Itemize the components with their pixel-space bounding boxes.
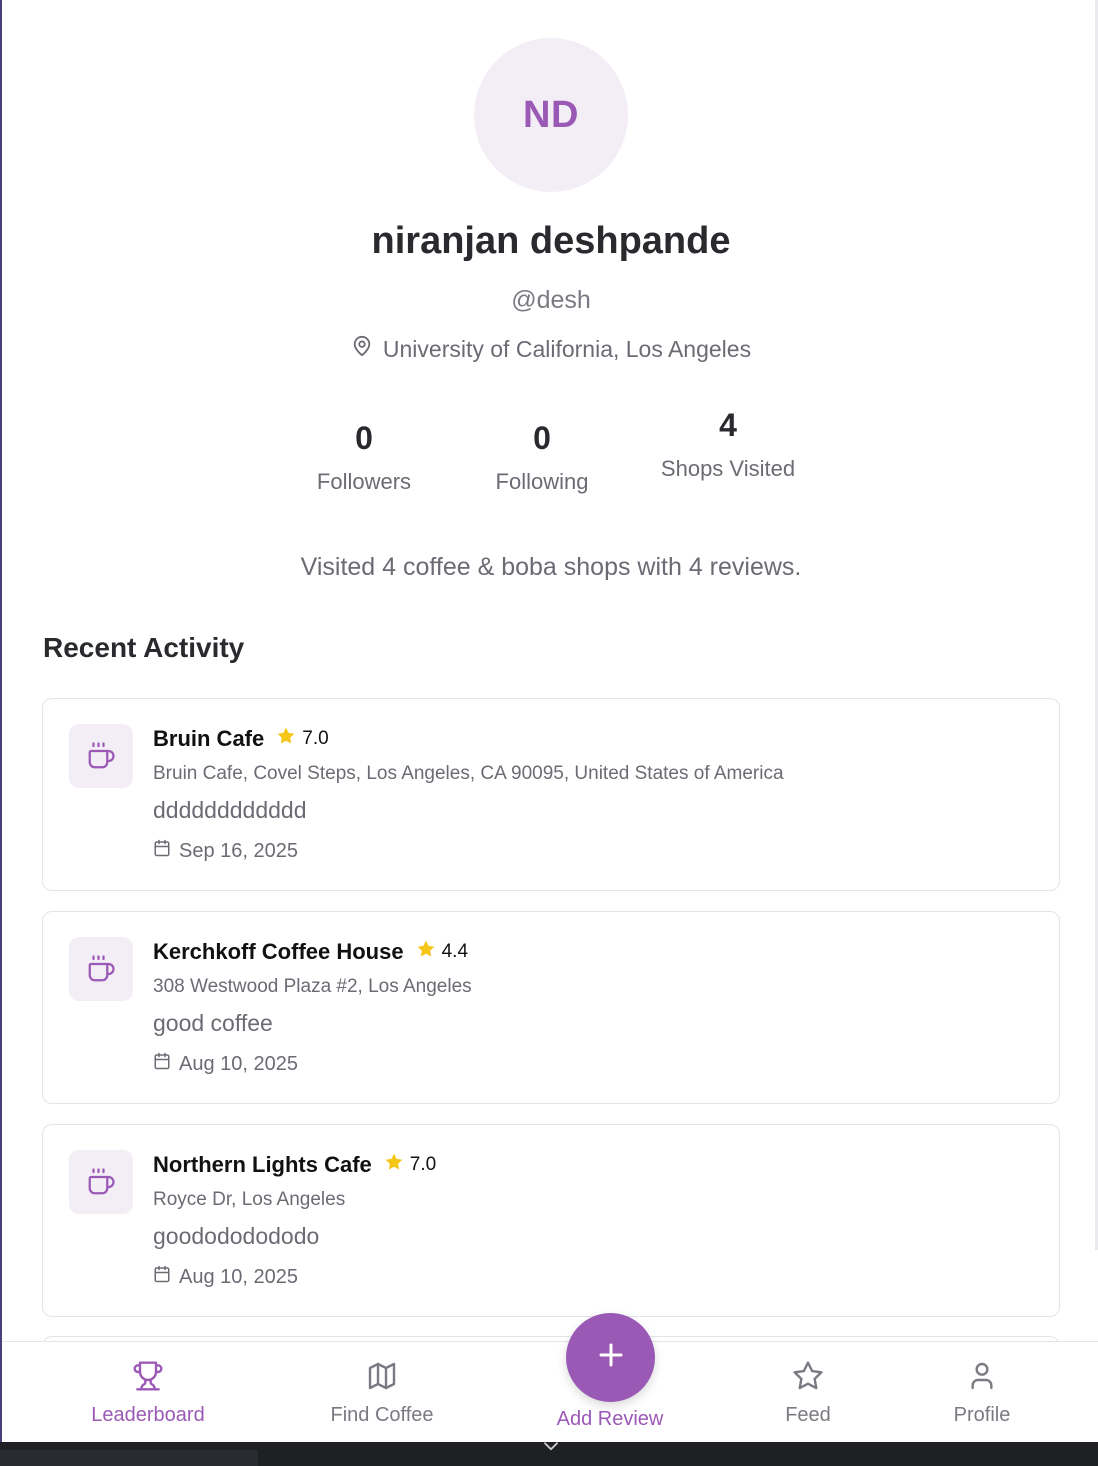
rating-value: 7.0	[409, 1154, 437, 1175]
coffee-cup-icon	[69, 1150, 133, 1214]
shop-address: Royce Dr, Los Angeles	[153, 1189, 346, 1210]
star-icon	[276, 726, 296, 752]
calendar-icon	[153, 1265, 171, 1289]
calendar-icon	[153, 1052, 171, 1076]
review-text: good coffee	[153, 1010, 273, 1036]
add-review-label[interactable]: Add Review	[510, 1408, 710, 1431]
avatar-initials: ND	[523, 93, 579, 136]
star-icon	[416, 939, 436, 965]
location-text: University of California, Los Angeles	[382, 335, 752, 362]
coffee-cup-icon	[69, 937, 133, 1001]
profile-name: niranjan deshpande	[371, 220, 731, 262]
calendar-icon	[153, 839, 171, 863]
chevron-down-icon[interactable]	[542, 1440, 560, 1459]
map-pin-icon	[351, 334, 373, 364]
taskbar-segment	[0, 1450, 258, 1466]
nav-profile[interactable]: Profile	[922, 1360, 1042, 1427]
rating: 4.4	[416, 939, 468, 965]
review-text: dddddddddddd	[153, 797, 307, 823]
review-text: goodododododo	[153, 1223, 320, 1249]
followers-label: Followers	[316, 469, 412, 494]
nav-leaderboard-label: Leaderboard	[91, 1404, 205, 1426]
coffee-cup-icon	[69, 724, 133, 788]
shop-address: 308 Westwood Plaza #2, Los Angeles	[153, 976, 472, 997]
nav-feed-label: Feed	[785, 1404, 831, 1426]
add-review-button[interactable]	[566, 1313, 655, 1402]
nav-leaderboard[interactable]: Leaderboard	[88, 1360, 208, 1427]
nav-feed[interactable]: Feed	[748, 1360, 868, 1427]
review-date: Sep 16, 2025	[153, 839, 298, 863]
shops-visited-count: 4	[719, 407, 737, 443]
activity-card[interactable]: Kerchkoff Coffee House 4.4 308 Westwood …	[42, 911, 1060, 1104]
shop-name[interactable]: Bruin Cafe	[153, 726, 264, 752]
recent-activity-heading: Recent Activity	[43, 632, 245, 663]
review-date: Aug 10, 2025	[153, 1265, 298, 1289]
shops-visited-label: Shops Visited	[660, 456, 796, 481]
stat-following[interactable]: 0 Following	[482, 420, 602, 495]
date-text: Aug 10, 2025	[179, 1265, 298, 1288]
shop-address: Bruin Cafe, Covel Steps, Los Angeles, CA…	[153, 763, 784, 784]
star-outline-icon	[792, 1360, 824, 1398]
plus-icon	[596, 1340, 626, 1375]
avatar: ND	[474, 38, 628, 192]
stat-shops-visited[interactable]: 4 Shops Visited	[648, 407, 808, 482]
trophy-icon	[132, 1360, 164, 1398]
date-text: Sep 16, 2025	[179, 839, 298, 862]
profile-handle: @desh	[511, 286, 591, 314]
activity-card[interactable]: Bruin Cafe 7.0 Bruin Cafe, Covel Steps, …	[42, 698, 1060, 891]
following-count: 0	[533, 420, 551, 456]
user-icon	[966, 1360, 998, 1398]
map-icon	[366, 1360, 398, 1398]
review-date: Aug 10, 2025	[153, 1052, 298, 1076]
profile-location: University of California, Los Angeles	[2, 334, 1098, 364]
shop-name[interactable]: Kerchkoff Coffee House	[153, 939, 404, 965]
date-text: Aug 10, 2025	[179, 1052, 298, 1075]
rating-value: 7.0	[302, 728, 329, 749]
star-icon	[384, 1152, 404, 1178]
activity-card[interactable]: Northern Lights Cafe 7.0 Royce Dr, Los A…	[42, 1124, 1060, 1317]
nav-profile-label: Profile	[953, 1404, 1011, 1426]
followers-count: 0	[355, 420, 373, 456]
rating: 7.0	[276, 726, 329, 752]
app-window: ND niranjan deshpande @desh University o…	[0, 0, 1098, 1442]
shop-name[interactable]: Northern Lights Cafe	[153, 1152, 372, 1178]
stat-followers[interactable]: 0 Followers	[304, 420, 424, 495]
visit-summary: Visited 4 coffee & boba shops with 4 rev…	[300, 553, 802, 581]
nav-find-coffee-label: Find Coffee	[330, 1404, 434, 1426]
rating-value: 4.4	[441, 941, 469, 962]
nav-find-coffee[interactable]: Find Coffee	[322, 1360, 442, 1427]
following-label: Following	[495, 469, 589, 494]
rating: 7.0	[384, 1152, 436, 1178]
